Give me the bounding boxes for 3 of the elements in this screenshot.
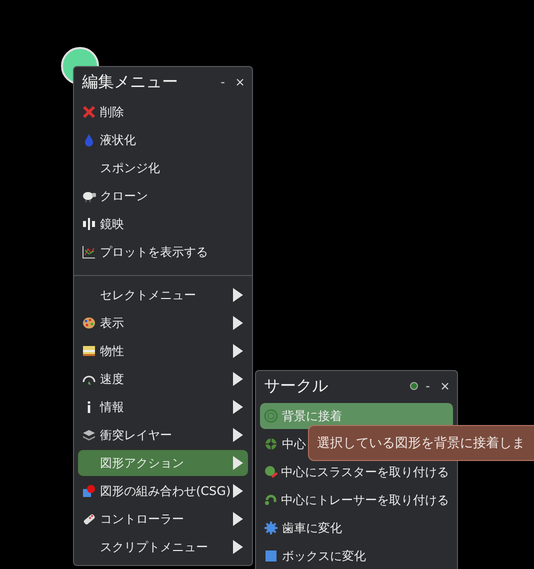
menu-title: サークル xyxy=(264,376,328,396)
tooltip: 選択している図形を背景に接着しま xyxy=(308,425,534,461)
menu-title: 編集メニュー xyxy=(82,72,178,92)
